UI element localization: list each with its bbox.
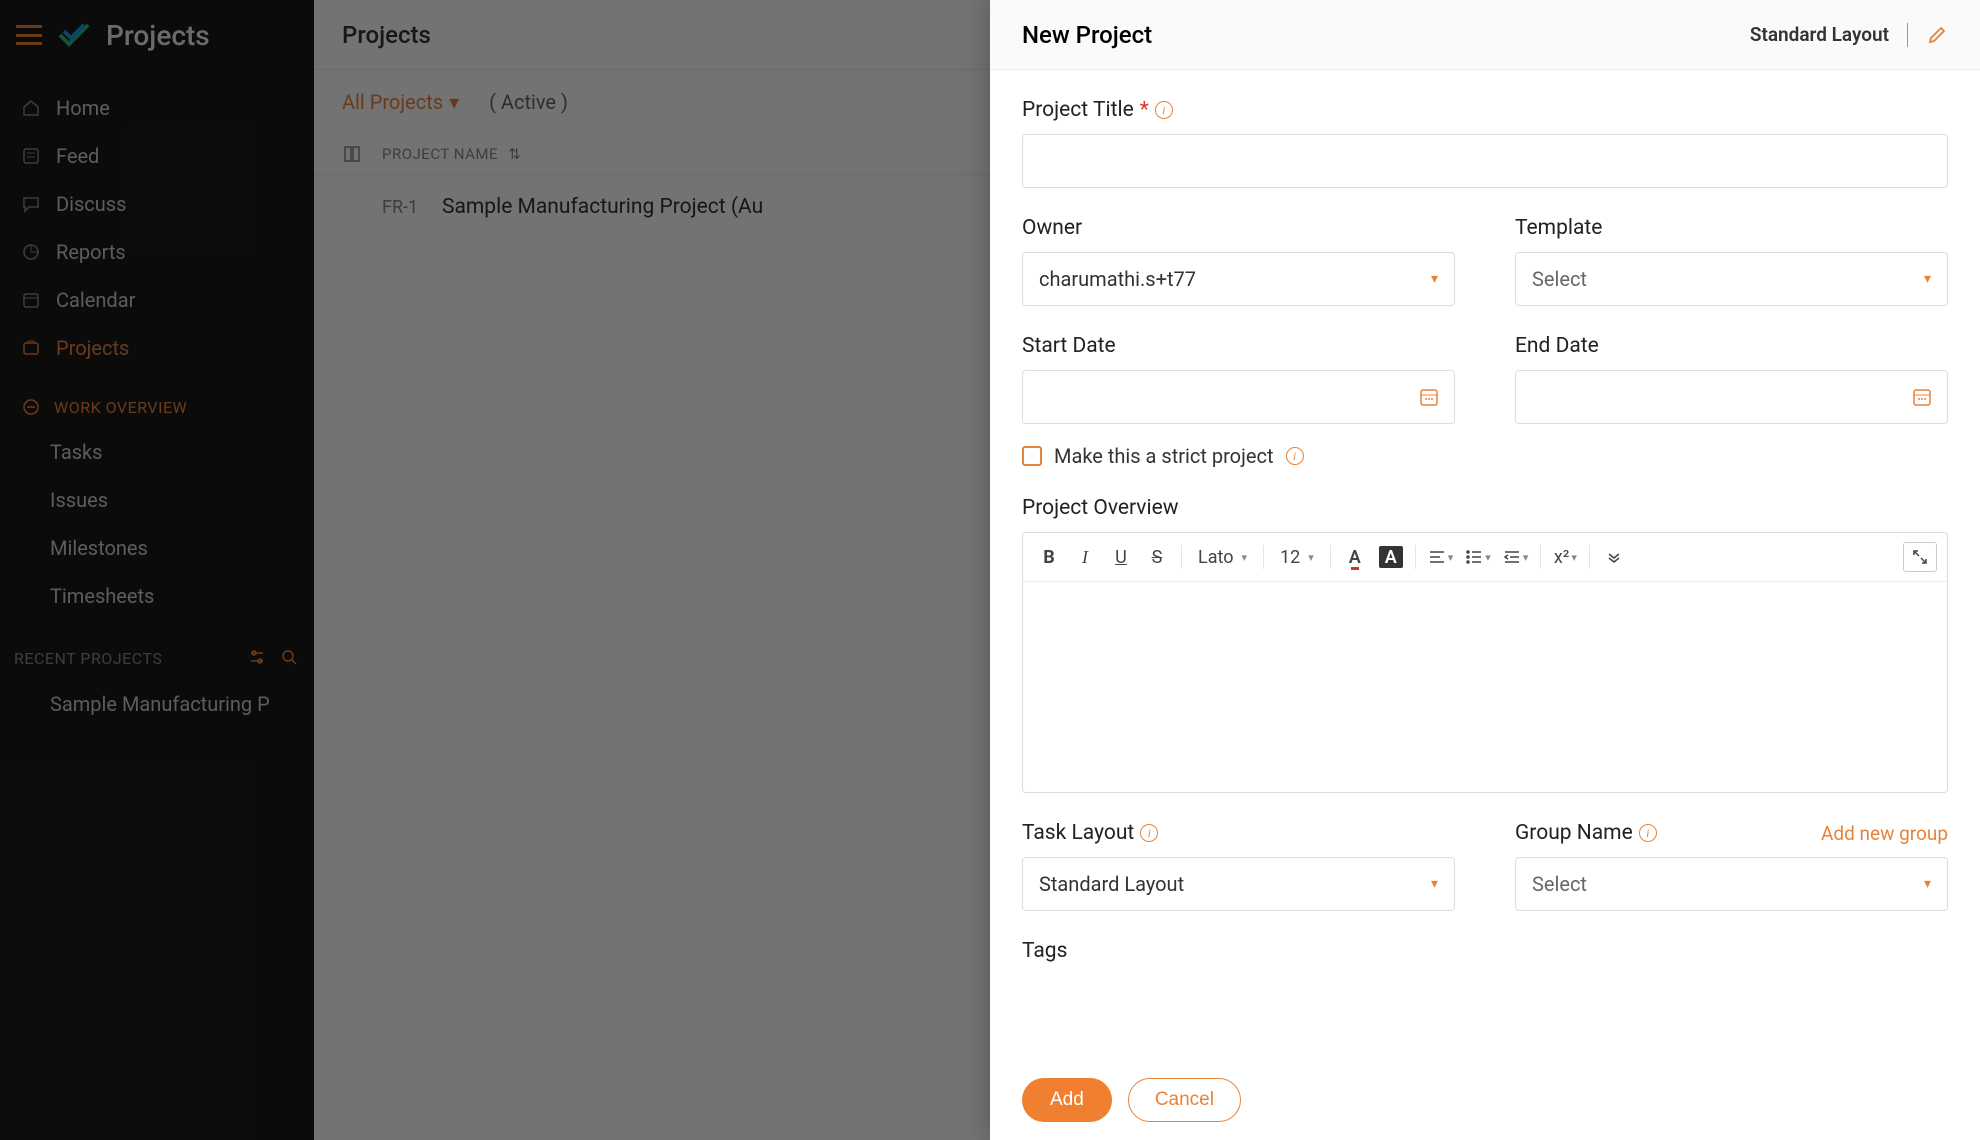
text-color-button[interactable]: A: [1339, 541, 1371, 573]
underline-button[interactable]: U: [1105, 541, 1137, 573]
cancel-button[interactable]: Cancel: [1128, 1078, 1241, 1122]
chevron-down-icon: ▾: [1523, 551, 1529, 564]
editor-toolbar: B I U S Lato▾ 12▾ A A ▾ ▾ ▾: [1023, 533, 1947, 582]
separator: [1589, 545, 1590, 569]
owner-group: Owner charumathi.s+t77 ▾: [1022, 216, 1455, 306]
separator: [1540, 545, 1541, 569]
group-name-group: Group Name i Add new group Select ▾: [1515, 821, 1948, 911]
layout-name: Standard Layout: [1750, 23, 1889, 46]
add-new-group-link[interactable]: Add new group: [1821, 822, 1948, 845]
calendar-icon: [1911, 386, 1933, 408]
info-icon[interactable]: i: [1639, 824, 1657, 842]
group-name-select[interactable]: Select ▾: [1515, 857, 1948, 911]
project-title-label: Project Title* i: [1022, 98, 1948, 122]
new-project-panel: New Project Standard Layout Project Titl…: [990, 0, 1980, 1140]
info-icon[interactable]: i: [1140, 824, 1158, 842]
template-group: Template Select ▾: [1515, 216, 1948, 306]
expand-button[interactable]: [1903, 542, 1937, 572]
owner-select[interactable]: charumathi.s+t77 ▾: [1022, 252, 1455, 306]
superscript-button[interactable]: x²▾: [1549, 541, 1581, 573]
list-button[interactable]: ▾: [1461, 541, 1495, 573]
strict-project-row: Make this a strict project i: [1022, 444, 1948, 468]
task-layout-label: Task Layout i: [1022, 821, 1455, 845]
group-name-label: Group Name i: [1515, 821, 1657, 845]
project-title-input[interactable]: [1022, 134, 1948, 188]
chevron-down-icon: ▾: [1924, 271, 1931, 287]
end-date-input[interactable]: [1515, 370, 1948, 424]
panel-header: New Project Standard Layout: [990, 0, 1980, 70]
template-label: Template: [1515, 216, 1948, 240]
indent-button[interactable]: ▾: [1499, 541, 1533, 573]
editor-textarea[interactable]: [1023, 582, 1947, 792]
project-title-group: Project Title* i: [1022, 98, 1948, 188]
chevron-down-icon: ▾: [1241, 551, 1247, 564]
tags-group: Tags: [1022, 939, 1948, 975]
template-select[interactable]: Select ▾: [1515, 252, 1948, 306]
chevron-down-icon: ▾: [1448, 551, 1454, 564]
info-icon[interactable]: i: [1155, 101, 1173, 119]
more-button[interactable]: [1598, 541, 1630, 573]
edit-layout-icon[interactable]: [1926, 24, 1948, 46]
chevron-down-icon: ▾: [1431, 876, 1438, 892]
owner-value: charumathi.s+t77: [1039, 267, 1196, 291]
start-date-input[interactable]: [1022, 370, 1455, 424]
task-layout-value: Standard Layout: [1039, 872, 1184, 896]
calendar-icon: [1418, 386, 1440, 408]
strict-checkbox[interactable]: [1022, 446, 1042, 466]
strikethrough-button[interactable]: S: [1141, 541, 1173, 573]
font-select[interactable]: Lato▾: [1190, 547, 1255, 568]
chevron-down-icon: ▾: [1571, 551, 1577, 564]
panel-footer: Add Cancel: [990, 1060, 1980, 1140]
separator: [1330, 545, 1331, 569]
chevron-down-icon: ▾: [1308, 551, 1314, 564]
font-size-select[interactable]: 12▾: [1272, 547, 1322, 568]
chevron-down-icon: ▾: [1924, 876, 1931, 892]
separator: [1415, 545, 1416, 569]
separator: [1263, 545, 1264, 569]
bold-button[interactable]: B: [1033, 541, 1065, 573]
add-button[interactable]: Add: [1022, 1078, 1112, 1122]
group-name-value: Select: [1532, 872, 1587, 896]
end-date-label: End Date: [1515, 334, 1948, 358]
strict-label: Make this a strict project: [1054, 444, 1274, 468]
start-date-group: Start Date: [1022, 334, 1455, 424]
start-date-label: Start Date: [1022, 334, 1455, 358]
template-value: Select: [1532, 267, 1587, 291]
info-icon[interactable]: i: [1286, 447, 1304, 465]
overview-group: Project Overview B I U S Lato▾ 12▾ A A: [1022, 496, 1948, 793]
divider: [1907, 23, 1908, 47]
align-button[interactable]: ▾: [1424, 541, 1458, 573]
chevron-down-icon: ▾: [1431, 271, 1438, 287]
task-layout-select[interactable]: Standard Layout ▾: [1022, 857, 1455, 911]
bg-color-button[interactable]: A: [1375, 541, 1407, 573]
rich-text-editor: B I U S Lato▾ 12▾ A A ▾ ▾ ▾: [1022, 532, 1948, 793]
panel-title: New Project: [1022, 21, 1750, 49]
tags-label: Tags: [1022, 939, 1948, 963]
task-layout-group: Task Layout i Standard Layout ▾: [1022, 821, 1455, 911]
italic-button[interactable]: I: [1069, 541, 1101, 573]
panel-body: Project Title* i Owner charumathi.s+t77 …: [990, 70, 1980, 1060]
owner-label: Owner: [1022, 216, 1455, 240]
overview-label: Project Overview: [1022, 496, 1948, 520]
chevron-down-icon: ▾: [1485, 551, 1491, 564]
end-date-group: End Date: [1515, 334, 1948, 424]
separator: [1181, 545, 1182, 569]
